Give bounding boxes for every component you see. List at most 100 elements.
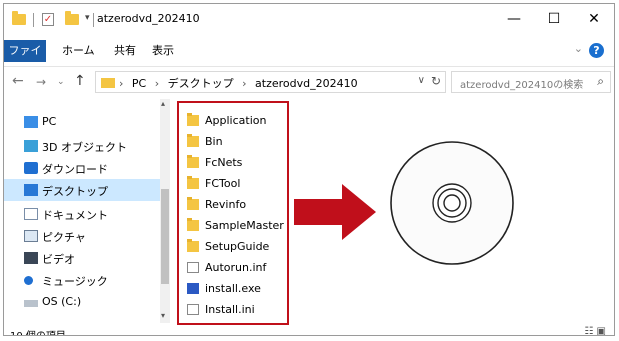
file-item[interactable]: Revinfo [187, 195, 285, 215]
file-item[interactable]: Bin [187, 132, 285, 152]
nav-item[interactable]: PC [4, 111, 161, 133]
file-name: install.exe [205, 282, 261, 295]
address-row: ← → ⌄ ↑ › PC › デスクトップ › atzerodvd_202410… [4, 66, 614, 97]
scroll-thumb[interactable] [161, 189, 169, 284]
nav-item[interactable]: ビデオ [4, 247, 161, 269]
file-item[interactable]: install.exe [187, 279, 285, 299]
title-bar: ✓ ▾ atzerodvd_202410 — ☐ ✕ [4, 4, 614, 38]
divider [93, 13, 94, 27]
file-name: Install.ini [205, 303, 255, 316]
file-item[interactable]: FCTool [187, 174, 285, 194]
nav-item[interactable]: ピクチャ [4, 225, 161, 247]
search-input[interactable]: atzerodvd_202410の検索 ⌕ [451, 71, 611, 93]
folder-icon [101, 78, 115, 88]
status-item-count: 10 個の項目 [10, 327, 66, 335]
back-button[interactable]: ← [12, 73, 24, 89]
maximize-button[interactable]: ☐ [534, 4, 574, 36]
folder-icon [187, 176, 199, 189]
close-button[interactable]: ✕ [574, 4, 614, 36]
up-button[interactable]: ↑ [74, 73, 86, 89]
nav-item[interactable]: ミュージック [4, 269, 161, 291]
folder-icon [12, 11, 26, 25]
recent-dropdown-icon[interactable]: ⌄ [57, 77, 65, 87]
file-name: FCTool [205, 177, 241, 190]
window-title: atzerodvd_202410 [97, 12, 200, 25]
file-name: FcNets [205, 156, 243, 169]
pc-icon [24, 116, 38, 128]
pictures-icon [24, 230, 38, 242]
breadcrumb-desktop[interactable]: デスクトップ [168, 77, 234, 90]
tab-share[interactable]: 共有 [114, 40, 136, 62]
help-icon[interactable]: ? [589, 43, 604, 58]
nav-item-label: デスクトップ [42, 185, 108, 198]
minimize-button[interactable]: — [494, 4, 534, 36]
nav-item[interactable]: デスクトップ [4, 179, 161, 201]
folder-icon [187, 239, 199, 252]
nav-item-label: ドキュメント [42, 209, 108, 222]
tab-home[interactable]: ホーム [62, 40, 95, 62]
folder-icon [187, 155, 199, 168]
file-name: Application [205, 114, 267, 127]
nav-item-label: ダウンロード [42, 163, 108, 176]
new-folder-icon[interactable] [65, 11, 79, 25]
nav-item[interactable]: 3D オブジェクト [4, 135, 161, 157]
documents-icon [24, 208, 38, 220]
folder-icon [187, 113, 199, 126]
3d-objects-icon [24, 140, 38, 152]
installer-icon [187, 283, 199, 294]
music-icon [24, 276, 33, 285]
nav-item-label: OS (C:) [42, 295, 82, 308]
nav-item[interactable]: ダウンロード [4, 157, 161, 179]
forward-button[interactable]: → [36, 75, 46, 89]
drive-icon [24, 300, 38, 307]
explorer-window: ✓ ▾ atzerodvd_202410 — ☐ ✕ ファイル ホーム 共有 表… [3, 3, 615, 336]
view-mode-icons[interactable]: ☷ ▣ [584, 326, 606, 335]
search-icon[interactable]: ⌕ [597, 74, 604, 89]
file-name: SetupGuide [205, 240, 270, 253]
scroll-down-icon[interactable]: ▾ [161, 311, 165, 320]
nav-item-label: ピクチャ [42, 231, 86, 244]
file-item[interactable]: Install.ini [187, 300, 285, 320]
file-item[interactable]: SetupGuide [187, 237, 285, 257]
file-item[interactable]: Application [187, 111, 285, 131]
file-name: Autorun.inf [205, 261, 267, 274]
disc-icon [390, 141, 514, 265]
arrow-right-icon [294, 184, 376, 240]
folder-icon [187, 134, 199, 147]
file-icon [187, 304, 199, 315]
folder-icon [187, 218, 199, 231]
divider [33, 13, 34, 27]
file-name: SampleMaster [205, 219, 284, 232]
nav-item-label: PC [42, 115, 57, 128]
nav-scrollbar[interactable]: ▴ ▾ [160, 99, 170, 323]
tab-view[interactable]: 表示 [152, 40, 174, 62]
video-icon [24, 252, 38, 264]
folder-icon [187, 197, 199, 210]
address-dropdown-icon[interactable]: ∨ [418, 75, 425, 86]
download-icon [24, 162, 38, 174]
refresh-icon[interactable]: ↻ [431, 74, 441, 88]
nav-item-label: ミュージック [42, 275, 108, 288]
quick-access-dropdown-icon[interactable]: ▾ [85, 13, 90, 23]
ribbon-expand-icon[interactable]: ⌄ [574, 42, 583, 55]
file-item[interactable]: FcNets [187, 153, 285, 173]
breadcrumb-current[interactable]: atzerodvd_202410 [255, 77, 358, 90]
file-item[interactable]: Autorun.inf [187, 258, 285, 278]
breadcrumb-pc[interactable]: PC [132, 77, 146, 90]
chevron-right-icon: › [242, 77, 247, 90]
navigation-pane: PC 3D オブジェクト ダウンロード デスクトップ ドキュメント ピクチャビデオミュージ… [4, 99, 170, 324]
nav-item[interactable]: ドキュメント [4, 203, 161, 225]
desktop-icon [24, 184, 38, 196]
address-bar[interactable]: › PC › デスクトップ › atzerodvd_202410 ∨ ↻ [95, 71, 446, 93]
file-list: Application Bin FcNets FCTool Revinfo SampleM… [177, 101, 289, 325]
file-icon [187, 262, 199, 273]
ribbon: ファイル ホーム 共有 表示 ⌄ ? [4, 40, 614, 79]
tab-file[interactable]: ファイル [4, 40, 46, 79]
file-item[interactable]: SampleMaster [187, 216, 285, 236]
file-name: Revinfo [205, 198, 247, 211]
scroll-up-icon[interactable]: ▴ [161, 99, 165, 108]
nav-item[interactable]: OS (C:) [4, 291, 161, 313]
properties-check-icon[interactable]: ✓ [42, 13, 54, 26]
nav-item-label: 3D オブジェクト [42, 141, 127, 154]
chevron-right-icon: › [154, 77, 160, 90]
